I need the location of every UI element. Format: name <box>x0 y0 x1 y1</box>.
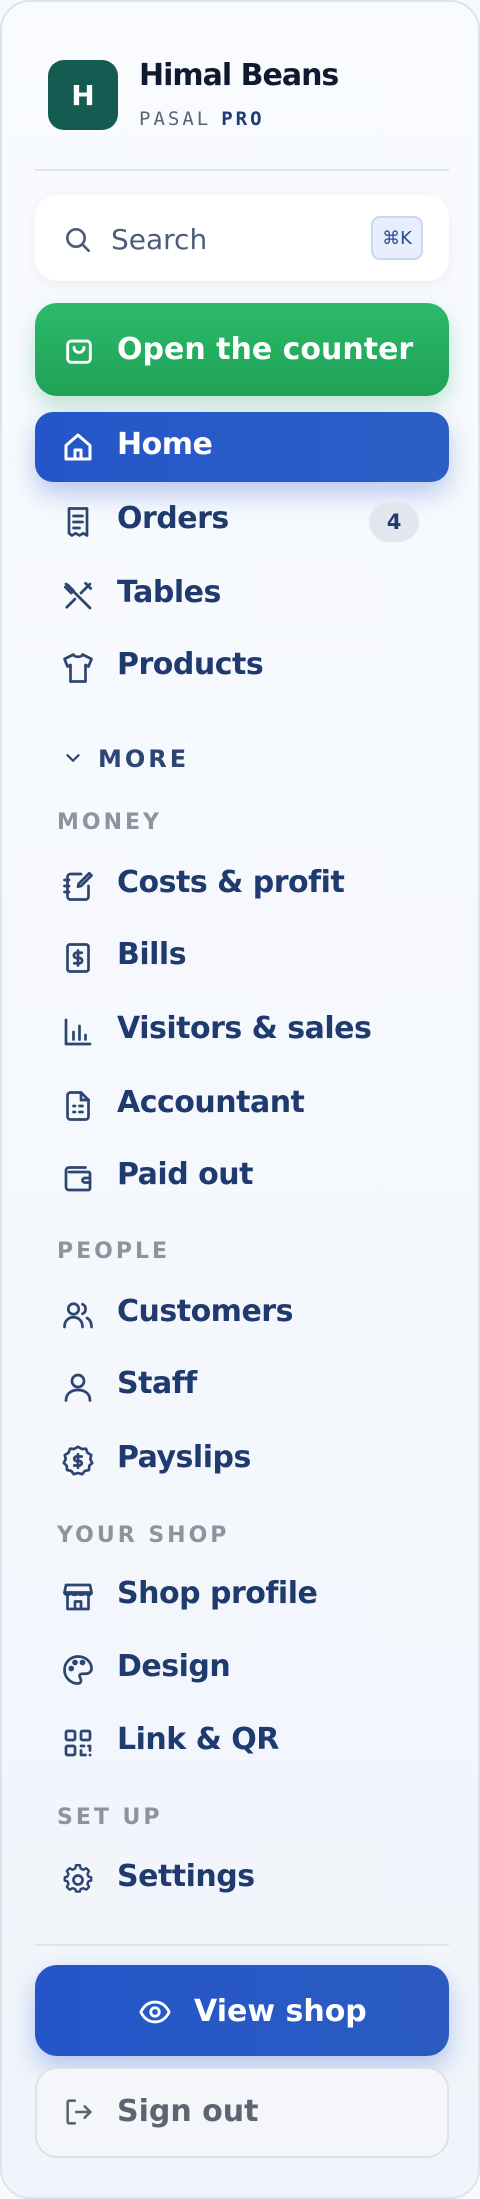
chevron-down-icon[interactable] <box>62 747 84 769</box>
eye-icon <box>139 2000 171 2024</box>
nav-label-shop-profile: Shop profile <box>117 1576 318 1611</box>
brand-name: Himal Beans <box>139 58 339 93</box>
qr-code-icon <box>64 1729 92 1757</box>
nav-item-tables[interactable] <box>35 560 449 630</box>
section-title-people: PEOPLE <box>57 1239 171 1264</box>
nav-label-orders: Orders <box>117 501 229 536</box>
nav-label-link-qr: Link & QR <box>117 1722 279 1757</box>
nav-label-visitors-sales: Visitors & sales <box>117 1011 372 1046</box>
shortcut-badge: ⌘K <box>371 216 423 260</box>
nav-label-products: Products <box>117 647 264 682</box>
wallet-icon <box>64 1166 92 1192</box>
search-icon <box>66 228 90 252</box>
gear-icon <box>63 1863 93 1893</box>
utensils-icon <box>63 581 93 610</box>
nav-label-costs-profit: Costs & profit <box>117 865 345 900</box>
receipt-icon <box>67 507 89 537</box>
section-title-money: MONEY <box>57 810 162 835</box>
nav-label-home: Home <box>117 427 213 462</box>
nav-label-accountant: Accountant <box>117 1085 305 1120</box>
divider <box>35 169 449 171</box>
dollar-receipt-icon <box>66 943 90 973</box>
palette-icon <box>63 1655 93 1685</box>
brand-tier-badge: PRO <box>221 108 265 130</box>
divider <box>35 1944 449 1946</box>
more-toggle[interactable]: MORE <box>98 745 189 773</box>
nav-item-design[interactable] <box>35 1634 449 1704</box>
nav-label-bills: Bills <box>117 937 187 972</box>
shirt-icon <box>63 653 93 683</box>
nav-label-staff: Staff <box>117 1366 197 1401</box>
bar-chart-icon <box>64 1018 92 1046</box>
view-shop-label: View shop <box>194 1994 367 2029</box>
nav-item-bills[interactable] <box>35 923 449 993</box>
brand-logo: H <box>48 60 118 130</box>
sign-out-icon <box>66 2099 92 2125</box>
nav-label-payslips: Payslips <box>117 1440 251 1475</box>
nav-label-tables: Tables <box>117 575 221 610</box>
store-icon <box>63 1583 93 1611</box>
sidebar: H Himal Beans PASAL PRO Search ⌘K Open th… <box>0 0 480 2199</box>
nav-item-home[interactable] <box>35 412 449 482</box>
nav-label-customers: Customers <box>117 1294 293 1329</box>
shopping-bag-icon <box>66 339 92 364</box>
nav-label-design: Design <box>117 1649 231 1684</box>
dollar-badge-icon <box>62 1445 94 1476</box>
brand-sub-label: PASAL <box>139 108 212 130</box>
brand-subtitle: PASAL PRO <box>139 108 265 130</box>
home-icon <box>64 433 92 461</box>
notebook-pen-icon <box>63 871 93 901</box>
spreadsheet-icon <box>66 1091 90 1121</box>
nav-label-settings: Settings <box>117 1859 255 1894</box>
section-title-your-shop: YOUR SHOP <box>57 1523 230 1548</box>
users-icon <box>63 1302 93 1329</box>
nav-label-paid-out: Paid out <box>117 1157 253 1192</box>
open-counter-label: Open the counter <box>117 332 414 367</box>
nav-item-staff[interactable] <box>35 1352 449 1422</box>
sign-out-label: Sign out <box>117 2094 259 2129</box>
orders-count-badge: 4 <box>369 502 419 542</box>
search-placeholder: Search <box>111 223 208 256</box>
user-icon <box>64 1373 92 1402</box>
section-title-set-up: SET UP <box>57 1805 163 1830</box>
